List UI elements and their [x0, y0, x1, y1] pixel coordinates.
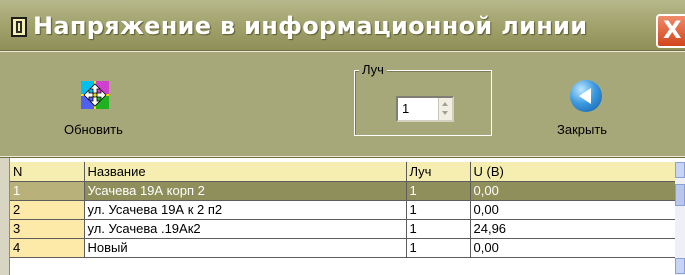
data-table: N Название Луч U (В) 1 Усачева 19А корп … [10, 162, 676, 258]
scroll-thumb[interactable] [675, 184, 685, 206]
row-luch[interactable]: 1 [406, 181, 471, 201]
toolbar: Обновить Луч 1 Закрыть [0, 52, 685, 156]
data-grid[interactable]: N Название Луч U (В) 1 Усачева 19А корп … [0, 157, 685, 275]
window-titlebar: Напряжение в информационной линии X [0, 0, 685, 51]
window-title: Напряжение в информационной линии [33, 12, 588, 40]
row-name[interactable]: ул. Усачева .19Ак2 [84, 219, 407, 239]
close-toolbar-label: Закрыть [557, 122, 608, 137]
scroll-up-button[interactable] [675, 162, 685, 178]
row-luch[interactable]: 1 [406, 200, 471, 220]
grid-row-indicator-strip [0, 158, 10, 275]
vertical-scrollbar[interactable] [675, 162, 685, 275]
row-luch[interactable]: 1 [406, 219, 471, 239]
row-u[interactable]: 24,96 [470, 219, 676, 239]
luch-group-label: Луч [359, 63, 387, 77]
spin-up-icon[interactable] [442, 102, 448, 106]
table-row[interactable]: 1 Усачева 19А корп 2 1 0,00 [10, 181, 676, 201]
row-u[interactable]: 0,00 [470, 238, 676, 258]
spin-down-icon[interactable] [442, 111, 448, 115]
close-toolbar-button[interactable]: Закрыть [555, 80, 625, 137]
luch-group: Луч 1 [354, 63, 492, 136]
row-number[interactable]: 2 [10, 200, 85, 220]
window-close-button[interactable]: X [656, 14, 685, 48]
row-luch[interactable]: 1 [406, 238, 471, 258]
back-arrow-icon [570, 80, 602, 112]
row-u[interactable]: 0,00 [470, 181, 676, 201]
table-header-row: N Название Луч U (В) [10, 162, 676, 182]
luch-value[interactable]: 1 [402, 101, 409, 116]
row-u[interactable]: 0,00 [470, 200, 676, 220]
scroll-down-button[interactable] [675, 258, 685, 274]
row-number[interactable]: 3 [10, 219, 85, 239]
column-header-n[interactable]: N [10, 162, 85, 182]
row-name[interactable]: ул. Усачева 19А к 2 п2 [84, 200, 407, 220]
table-row[interactable]: 4 Новый 1 0,00 [10, 238, 676, 258]
column-header-luch[interactable]: Луч [406, 162, 471, 182]
spinner-arrows[interactable] [438, 98, 452, 120]
row-number[interactable]: 4 [10, 238, 85, 258]
column-header-name[interactable]: Название [84, 162, 407, 182]
table-row[interactable]: 2 ул. Усачева 19А к 2 п2 1 0,00 [10, 200, 676, 220]
app-icon [11, 17, 27, 37]
row-name[interactable]: Усачева 19А корп 2 [84, 181, 407, 201]
refresh-label: Обновить [64, 122, 123, 137]
row-name[interactable]: Новый [84, 238, 407, 258]
column-header-u[interactable]: U (В) [470, 162, 676, 182]
row-number[interactable]: 1 [10, 181, 85, 201]
luch-spinner[interactable]: 1 [396, 96, 454, 122]
refresh-button[interactable]: Обновить [64, 80, 124, 137]
table-row[interactable]: 3 ул. Усачева .19Ак2 1 24,96 [10, 219, 676, 239]
refresh-icon [81, 81, 109, 109]
